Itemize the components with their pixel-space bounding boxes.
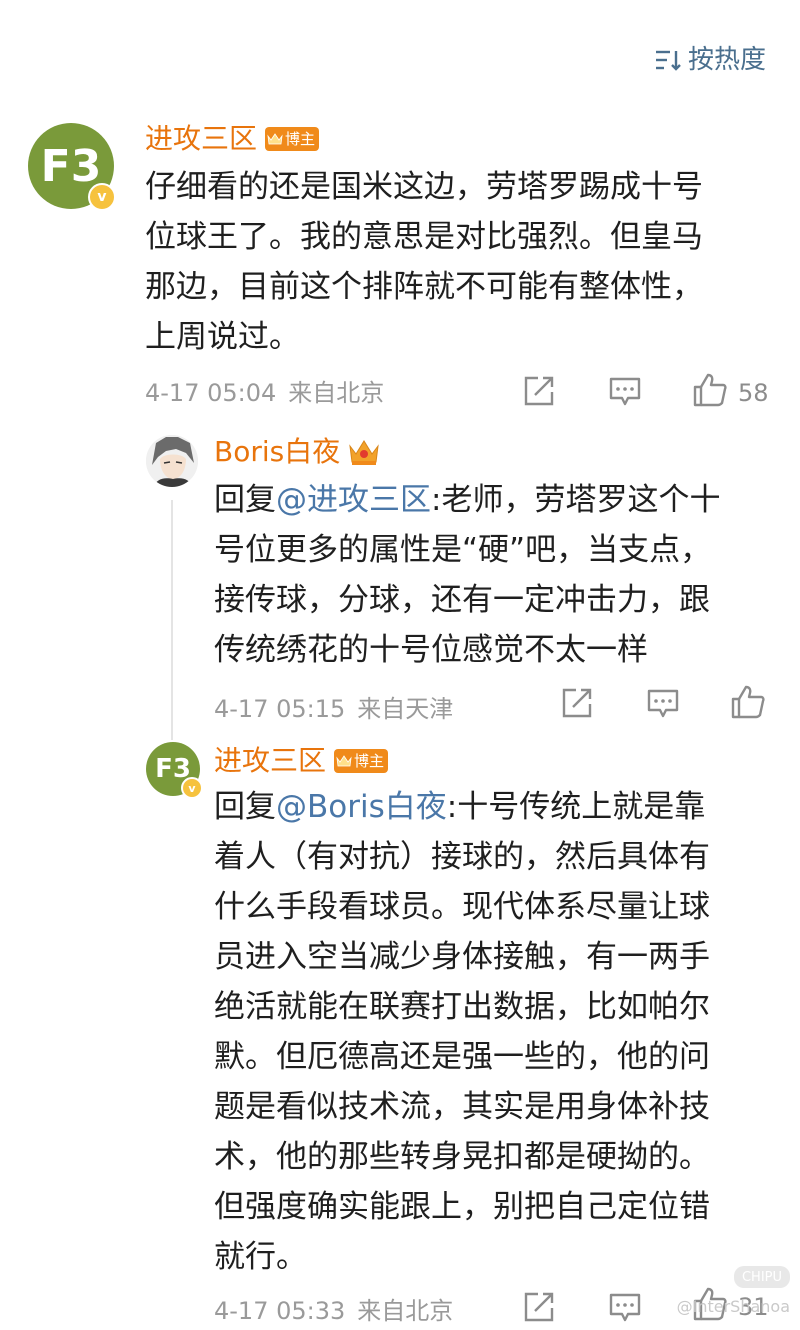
verified-badge-icon: v xyxy=(181,777,203,799)
blogger-badge: 博主 xyxy=(334,749,389,773)
reply-meta: 4-17 05:33 来自北京 xyxy=(214,1296,453,1326)
watermark: @InterShanoa xyxy=(676,1297,790,1316)
comment-meta: 4-17 05:04 来自北京 xyxy=(145,378,384,408)
username[interactable]: Boris白夜 xyxy=(214,435,340,469)
reply-time: 4-17 05:15 xyxy=(214,695,346,723)
share-icon xyxy=(522,374,556,414)
reply-text: 回复@Boris白夜:十号传统上就是靠 着人（有对抗）接球的，然后具体有 什么手… xyxy=(214,782,774,1282)
reply-text: 回复@进攻三区:老师，劳塔罗这个十 号位更多的属性是“硬”吧，当支点， 接传球，… xyxy=(214,475,774,675)
reply-author[interactable]: Boris白夜 xyxy=(214,435,380,469)
share-button[interactable] xyxy=(522,374,556,414)
reply-text-rest: 号位更多的属性是“硬”吧，当支点， 接传球，分球，还有一定冲击力，跟 传统绣花的… xyxy=(214,532,712,668)
mention-link[interactable]: @进攻三区 xyxy=(276,482,431,518)
comment-icon xyxy=(608,376,642,414)
comment-button[interactable] xyxy=(608,1292,642,1330)
crown-icon xyxy=(267,132,283,146)
reply-text-rest: 着人（有对抗）接球的，然后具体有 什么手段看球员。现代体系尽量让球 员进入空当减… xyxy=(214,839,710,1275)
reply-prefix: 回复 xyxy=(214,789,276,825)
like-button[interactable]: 58 xyxy=(692,372,769,414)
comment-author[interactable]: 进攻三区 博主 xyxy=(145,122,320,156)
comment-icon xyxy=(646,688,680,726)
crown-icon xyxy=(336,754,352,768)
blogger-badge: 博主 xyxy=(265,127,320,151)
reply-location: 来自天津 xyxy=(357,695,454,723)
blogger-badge-label: 博主 xyxy=(285,130,316,148)
avatar[interactable]: F3 v xyxy=(28,123,116,211)
comment-button[interactable] xyxy=(646,688,680,726)
comment-location: 来自北京 xyxy=(288,379,385,407)
like-button[interactable] xyxy=(730,684,766,726)
share-icon xyxy=(522,1290,556,1330)
sort-icon xyxy=(654,48,682,72)
crown-badge-icon xyxy=(348,438,380,466)
watermark-logo: CHIPU xyxy=(734,1266,790,1288)
reply-text-first-line: :十号传统上就是靠 xyxy=(446,789,706,825)
username[interactable]: 进攻三区 xyxy=(214,744,326,778)
comment-button[interactable] xyxy=(608,376,642,414)
share-button[interactable] xyxy=(522,1290,556,1330)
like-count: 58 xyxy=(738,379,769,407)
blogger-badge-label: 博主 xyxy=(354,752,385,770)
reply-author[interactable]: 进攻三区 博主 xyxy=(214,744,389,778)
comment-text: 仔细看的还是国米这边，劳塔罗踢成十号 位球王了。我的意思是对比强烈。但皇马 那边… xyxy=(145,169,703,355)
avatar[interactable]: F3 v xyxy=(146,742,203,799)
comment-icon xyxy=(608,1292,642,1330)
reply-text-first-line: :老师，劳塔罗这个十 xyxy=(431,482,721,518)
reply-location: 来自北京 xyxy=(357,1297,454,1325)
reply-meta: 4-17 05:15 来自天津 xyxy=(214,694,453,724)
comment-time: 4-17 05:04 xyxy=(145,379,277,407)
sort-by-hot-button[interactable]: 按热度 xyxy=(654,44,766,76)
sort-label: 按热度 xyxy=(687,45,766,75)
thumbs-up-icon xyxy=(692,372,728,414)
username[interactable]: 进攻三区 xyxy=(145,122,257,156)
reply-time: 4-17 05:33 xyxy=(214,1297,346,1325)
thread-line xyxy=(171,500,173,740)
share-icon xyxy=(560,686,594,726)
mention-link[interactable]: @Boris白夜 xyxy=(276,789,447,825)
reply-prefix: 回复 xyxy=(214,482,276,518)
verified-badge-icon: v xyxy=(88,183,116,211)
avatar[interactable] xyxy=(146,435,198,487)
anime-avatar-icon xyxy=(146,435,198,487)
share-button[interactable] xyxy=(560,686,594,726)
thumbs-up-icon xyxy=(730,684,766,726)
